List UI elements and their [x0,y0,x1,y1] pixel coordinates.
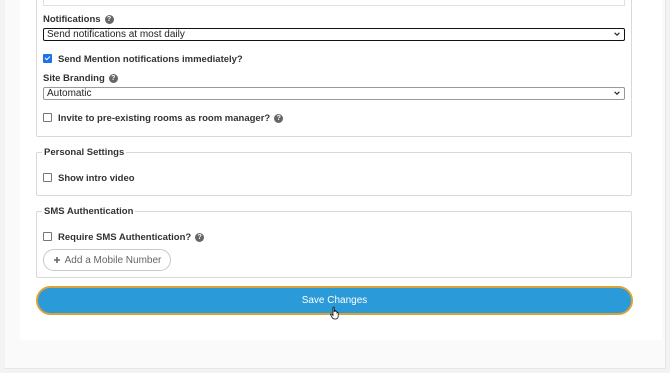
notifications-select[interactable]: Send notifications at most daily [43,28,625,41]
help-icon[interactable]: ? [104,15,114,24]
plus-icon [53,257,60,263]
invite-room-manager-checkbox[interactable] [43,113,52,122]
help-icon[interactable]: ? [274,114,284,123]
mention-notifications-checkbox-row[interactable]: Send Mention notifications immediately? [43,54,243,65]
require-sms-checkbox[interactable] [43,232,52,241]
sms-authentication-legend: SMS Authentication [44,206,134,217]
mention-notifications-checkbox[interactable] [43,54,52,63]
personal-settings-legend: Personal Settings [44,147,125,158]
chevron-down-icon [614,32,620,36]
site-branding-label: Site Branding? [43,73,118,84]
chevron-down-icon [614,91,620,95]
notifications-label: Notifications? [43,14,114,25]
hand-pointer-cursor-icon [330,306,339,320]
site-branding-select[interactable]: Automatic [43,87,625,100]
show-intro-video-checkbox[interactable] [43,173,52,182]
previous-field-edge [43,0,625,6]
help-icon[interactable]: ? [108,74,118,83]
add-mobile-number-label: Add a Mobile Number [64,254,162,266]
save-changes-label: Save Changes [301,295,368,306]
require-sms-checkbox-row[interactable]: Require SMS Authentication?? [43,232,205,243]
personal-settings-group: Personal Settings [36,147,632,196]
add-mobile-number-button[interactable]: Add a Mobile Number [43,249,171,271]
show-intro-video-checkbox-row[interactable]: Show intro video [43,173,135,184]
invite-room-manager-checkbox-row[interactable]: Invite to pre-existing rooms as room man… [43,113,284,124]
help-icon[interactable]: ? [195,233,205,242]
